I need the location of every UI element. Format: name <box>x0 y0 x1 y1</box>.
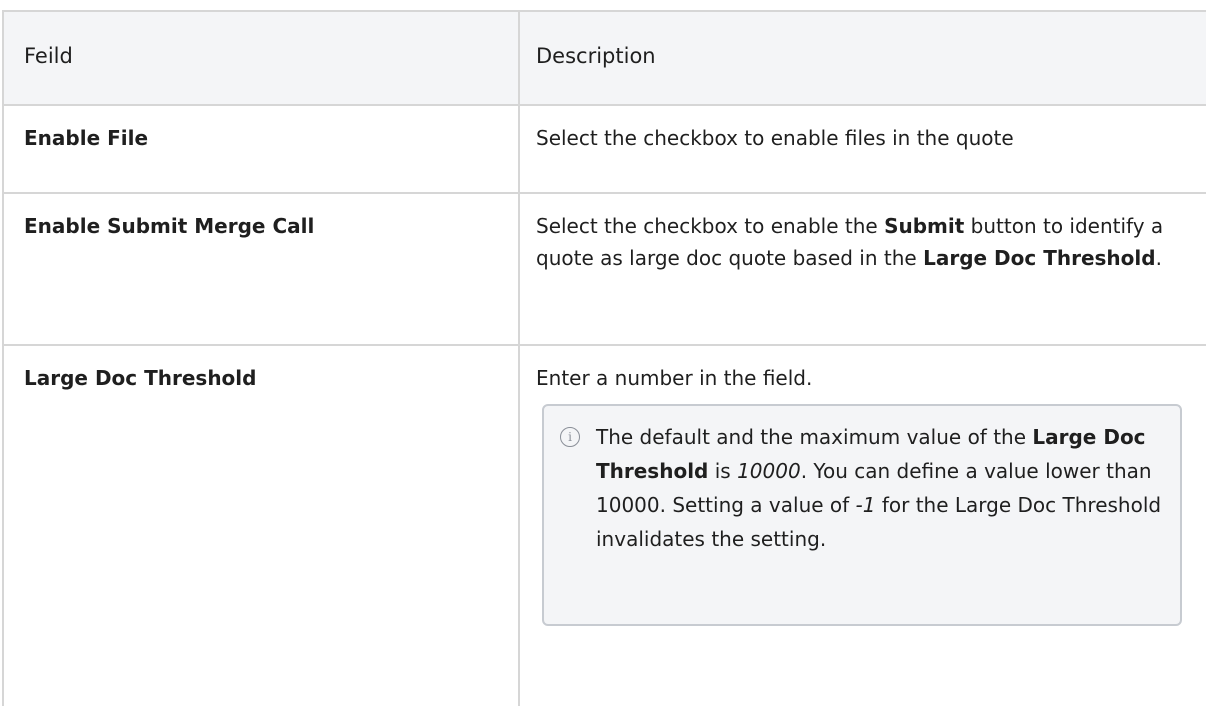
table-row: Enable File Select the checkbox to enabl… <box>4 106 1206 194</box>
info-note: i The default and the maximum value of t… <box>542 404 1182 626</box>
note-text: is <box>708 459 738 483</box>
field-name: Enable Submit Merge Call <box>4 194 520 344</box>
desc-text: Select the checkbox to enable the <box>536 214 885 238</box>
field-name: Large Doc Threshold <box>4 346 520 706</box>
desc-bold-submit: Submit <box>884 214 965 238</box>
table-row: Enable Submit Merge Call Select the chec… <box>4 194 1206 346</box>
note-text: The default and the maximum value of the <box>596 425 1033 449</box>
field-description: Enter a number in the field. i The defau… <box>520 346 1206 706</box>
table-row: Large Doc Threshold Enter a number in th… <box>4 346 1206 706</box>
field-description: Select the checkbox to enable the Submit… <box>520 194 1206 344</box>
table-header-row: Feild Description <box>4 12 1206 106</box>
desc-text: Enter a number in the field. <box>536 366 813 390</box>
note-italic-value: 10000 <box>737 459 801 483</box>
info-icon: i <box>560 427 580 447</box>
fields-table: Feild Description Enable File Select the… <box>2 10 1206 706</box>
desc-bold-threshold: Large Doc Threshold <box>923 246 1156 270</box>
header-description: Description <box>520 12 1206 104</box>
desc-text: . <box>1155 246 1162 270</box>
note-italic-value: -1 <box>855 493 876 517</box>
header-field: Feild <box>4 12 520 104</box>
field-name: Enable File <box>4 106 520 192</box>
field-description: Select the checkbox to enable files in t… <box>520 106 1206 192</box>
